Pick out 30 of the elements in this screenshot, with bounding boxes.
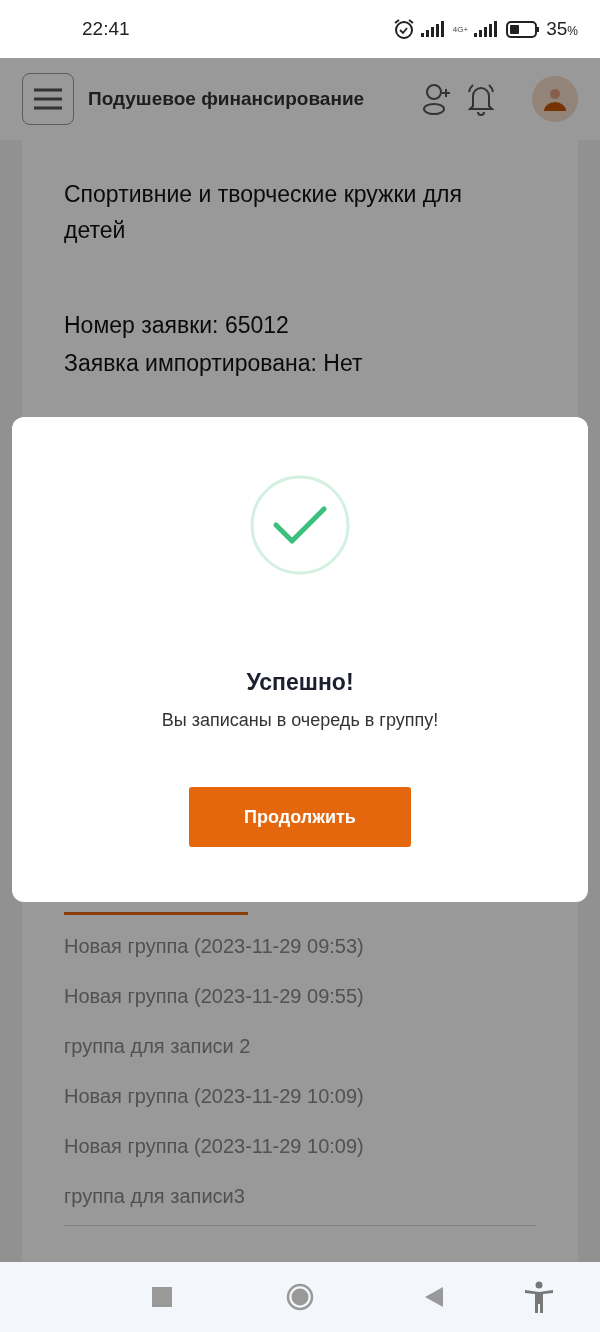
add-user-icon[interactable] bbox=[422, 83, 452, 115]
home-icon[interactable] bbox=[286, 1283, 314, 1311]
bell-icon[interactable] bbox=[466, 82, 496, 116]
info-line: Номер заявки: 65012 bbox=[64, 311, 290, 340]
avatar-button[interactable] bbox=[532, 76, 578, 122]
network-type-label: 4G+ bbox=[452, 24, 469, 34]
dialog-title: Успешно! bbox=[246, 669, 354, 696]
clock-time: 22:41 bbox=[82, 18, 131, 40]
group-item[interactable]: Новая группа (2023-11-29 09:55) bbox=[64, 971, 536, 1021]
group-item[interactable]: Новая группа (2023-11-29 10:09) bbox=[64, 1071, 536, 1121]
battery-percent: 35 bbox=[546, 18, 568, 39]
continue-button[interactable]: Продолжить bbox=[189, 787, 411, 847]
card-title: Спортивние и творческие кружки для детей bbox=[64, 180, 463, 245]
menu-icon bbox=[33, 88, 63, 110]
back-icon[interactable] bbox=[424, 1286, 444, 1308]
group-item[interactable]: группа для записи3 bbox=[64, 1171, 536, 1221]
battery-icon bbox=[506, 20, 541, 38]
menu-button[interactable] bbox=[22, 73, 74, 125]
info-line: Заявка импортирована: Нет bbox=[64, 349, 364, 378]
group-item[interactable]: Новая группа (2023-11-29 09:53) bbox=[64, 921, 536, 971]
group-item[interactable]: группа для записи 2 bbox=[64, 1021, 536, 1071]
percent-sign: % bbox=[567, 24, 578, 38]
dialog-message: Вы записаны в очередь в группу! bbox=[161, 710, 439, 731]
signal-icon bbox=[420, 21, 447, 37]
group-item[interactable]: Новая группа (2023-11-29 10:09) bbox=[64, 1121, 536, 1171]
person-icon bbox=[543, 87, 567, 111]
alarm-icon bbox=[392, 18, 415, 40]
page-title: Подушевое финансирование bbox=[88, 88, 366, 110]
success-check-icon bbox=[250, 475, 350, 575]
accessibility-icon[interactable] bbox=[524, 1281, 554, 1313]
